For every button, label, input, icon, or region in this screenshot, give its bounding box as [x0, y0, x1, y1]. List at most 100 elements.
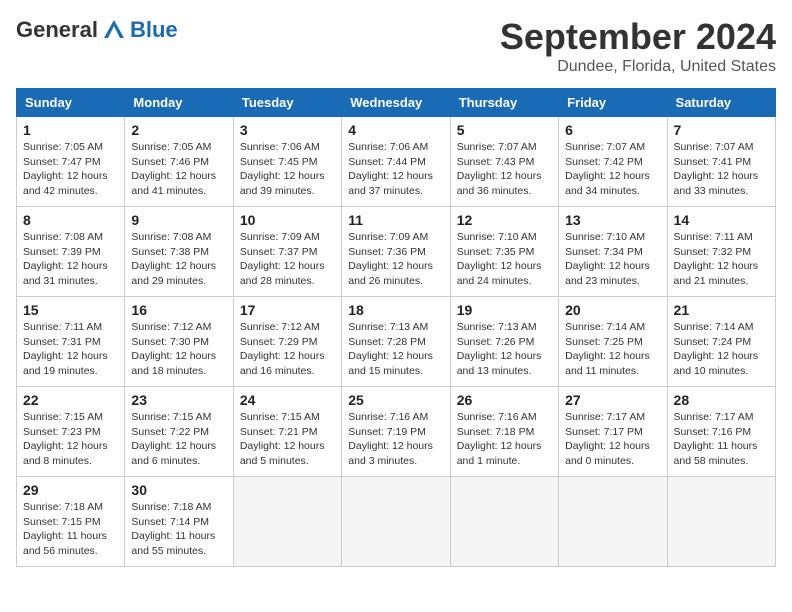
week-row-4: 22 Sunrise: 7:15 AM Sunset: 7:23 PM Dayli…: [17, 387, 776, 477]
day-number: 5: [457, 122, 552, 138]
col-saturday: Saturday: [667, 89, 775, 117]
day-number: 12: [457, 212, 552, 228]
table-row: [559, 477, 667, 567]
day-number: 17: [240, 302, 335, 318]
day-number: 8: [23, 212, 118, 228]
location: Dundee, Florida, United States: [500, 58, 776, 76]
day-info: Sunrise: 7:07 AM Sunset: 7:42 PM Dayligh…: [565, 140, 660, 199]
day-number: 10: [240, 212, 335, 228]
table-row: 18Sunrise: 7:13 AM Sunset: 7:28 PM Dayli…: [342, 297, 450, 387]
day-number: 2: [131, 122, 226, 138]
table-row: 29Sunrise: 7:18 AM Sunset: 7:15 PM Dayli…: [17, 477, 125, 567]
table-row: 20Sunrise: 7:14 AM Sunset: 7:25 PM Dayli…: [559, 297, 667, 387]
table-row: 1 Sunrise: 7:05 AM Sunset: 7:47 PM Daylig…: [17, 117, 125, 207]
table-row: [342, 477, 450, 567]
month-title: September 2024: [500, 16, 776, 58]
day-info: Sunrise: 7:14 AM Sunset: 7:25 PM Dayligh…: [565, 320, 660, 379]
col-thursday: Thursday: [450, 89, 558, 117]
day-info: Sunrise: 7:15 AM Sunset: 7:22 PM Dayligh…: [131, 410, 226, 469]
day-number: 14: [674, 212, 769, 228]
day-number: 18: [348, 302, 443, 318]
table-row: 19 Sunrise: 7:13 AM Sunset: 7:26 PM Dayli…: [450, 297, 558, 387]
logo-blue-text: Blue: [130, 17, 178, 43]
day-info: Sunrise: 7:16 AM Sunset: 7:19 PM Dayligh…: [348, 410, 443, 469]
day-info: Sunrise: 7:15 AM Sunset: 7:23 PM Dayligh…: [23, 410, 118, 469]
week-row-5: 29Sunrise: 7:18 AM Sunset: 7:15 PM Dayli…: [17, 477, 776, 567]
day-number: 1: [23, 122, 118, 138]
table-row: 16Sunrise: 7:12 AM Sunset: 7:30 PM Dayli…: [125, 297, 233, 387]
day-info: Sunrise: 7:12 AM Sunset: 7:29 PM Dayligh…: [240, 320, 335, 379]
table-row: 25 Sunrise: 7:16 AM Sunset: 7:19 PM Dayli…: [342, 387, 450, 477]
table-row: 28 Sunrise: 7:17 AM Sunset: 7:16 PM Dayli…: [667, 387, 775, 477]
table-row: 23Sunrise: 7:15 AM Sunset: 7:22 PM Dayli…: [125, 387, 233, 477]
col-tuesday: Tuesday: [233, 89, 341, 117]
day-info: Sunrise: 7:18 AM Sunset: 7:14 PM Dayligh…: [131, 500, 226, 559]
table-row: 13Sunrise: 7:10 AM Sunset: 7:34 PM Dayli…: [559, 207, 667, 297]
week-row-1: 1 Sunrise: 7:05 AM Sunset: 7:47 PM Daylig…: [17, 117, 776, 207]
day-info: Sunrise: 7:13 AM Sunset: 7:26 PM Dayligh…: [457, 320, 552, 379]
day-info: Sunrise: 7:11 AM Sunset: 7:32 PM Dayligh…: [674, 230, 769, 289]
day-number: 7: [674, 122, 769, 138]
logo: General Blue: [16, 16, 178, 44]
week-row-2: 8 Sunrise: 7:08 AM Sunset: 7:39 PM Daylig…: [17, 207, 776, 297]
logo-icon: [100, 16, 128, 44]
day-number: 26: [457, 392, 552, 408]
table-row: 3 Sunrise: 7:06 AM Sunset: 7:45 PM Daylig…: [233, 117, 341, 207]
day-number: 19: [457, 302, 552, 318]
day-info: Sunrise: 7:05 AM Sunset: 7:47 PM Dayligh…: [23, 140, 118, 199]
title-area: September 2024 Dundee, Florida, United S…: [500, 16, 776, 76]
table-row: 2 Sunrise: 7:05 AM Sunset: 7:46 PM Daylig…: [125, 117, 233, 207]
day-number: 3: [240, 122, 335, 138]
calendar-header-row: Sunday Monday Tuesday Wednesday Thursday…: [17, 89, 776, 117]
logo-general-text: General: [16, 17, 98, 43]
day-info: Sunrise: 7:07 AM Sunset: 7:41 PM Dayligh…: [674, 140, 769, 199]
table-row: 12Sunrise: 7:10 AM Sunset: 7:35 PM Dayli…: [450, 207, 558, 297]
table-row: 26 Sunrise: 7:16 AM Sunset: 7:18 PM Dayli…: [450, 387, 558, 477]
table-row: 6 Sunrise: 7:07 AM Sunset: 7:42 PM Daylig…: [559, 117, 667, 207]
table-row: 22 Sunrise: 7:15 AM Sunset: 7:23 PM Dayli…: [17, 387, 125, 477]
table-row: [450, 477, 558, 567]
day-info: Sunrise: 7:09 AM Sunset: 7:37 PM Dayligh…: [240, 230, 335, 289]
day-number: 4: [348, 122, 443, 138]
day-info: Sunrise: 7:12 AM Sunset: 7:30 PM Dayligh…: [131, 320, 226, 379]
col-sunday: Sunday: [17, 89, 125, 117]
table-row: 21 Sunrise: 7:14 AM Sunset: 7:24 PM Dayli…: [667, 297, 775, 387]
table-row: 27 Sunrise: 7:17 AM Sunset: 7:17 PM Dayli…: [559, 387, 667, 477]
day-number: 25: [348, 392, 443, 408]
day-info: Sunrise: 7:05 AM Sunset: 7:46 PM Dayligh…: [131, 140, 226, 199]
table-row: 5 Sunrise: 7:07 AM Sunset: 7:43 PM Daylig…: [450, 117, 558, 207]
day-number: 24: [240, 392, 335, 408]
table-row: 14 Sunrise: 7:11 AM Sunset: 7:32 PM Dayli…: [667, 207, 775, 297]
day-info: Sunrise: 7:14 AM Sunset: 7:24 PM Dayligh…: [674, 320, 769, 379]
table-row: 17 Sunrise: 7:12 AM Sunset: 7:29 PM Dayli…: [233, 297, 341, 387]
day-info: Sunrise: 7:06 AM Sunset: 7:44 PM Dayligh…: [348, 140, 443, 199]
calendar: Sunday Monday Tuesday Wednesday Thursday…: [16, 88, 776, 567]
day-number: 13: [565, 212, 660, 228]
day-number: 30: [131, 482, 226, 498]
table-row: 15Sunrise: 7:11 AM Sunset: 7:31 PM Dayli…: [17, 297, 125, 387]
day-number: 28: [674, 392, 769, 408]
day-number: 27: [565, 392, 660, 408]
day-number: 22: [23, 392, 118, 408]
table-row: 24 Sunrise: 7:15 AM Sunset: 7:21 PM Dayli…: [233, 387, 341, 477]
day-info: Sunrise: 7:08 AM Sunset: 7:39 PM Dayligh…: [23, 230, 118, 289]
day-info: Sunrise: 7:15 AM Sunset: 7:21 PM Dayligh…: [240, 410, 335, 469]
day-info: Sunrise: 7:09 AM Sunset: 7:36 PM Dayligh…: [348, 230, 443, 289]
day-info: Sunrise: 7:16 AM Sunset: 7:18 PM Dayligh…: [457, 410, 552, 469]
table-row: [233, 477, 341, 567]
day-number: 6: [565, 122, 660, 138]
day-info: Sunrise: 7:07 AM Sunset: 7:43 PM Dayligh…: [457, 140, 552, 199]
day-info: Sunrise: 7:17 AM Sunset: 7:17 PM Dayligh…: [565, 410, 660, 469]
table-row: 8 Sunrise: 7:08 AM Sunset: 7:39 PM Daylig…: [17, 207, 125, 297]
day-number: 11: [348, 212, 443, 228]
table-row: 10 Sunrise: 7:09 AM Sunset: 7:37 PM Dayli…: [233, 207, 341, 297]
day-info: Sunrise: 7:06 AM Sunset: 7:45 PM Dayligh…: [240, 140, 335, 199]
header: General Blue September 2024 Dundee, Flor…: [16, 16, 776, 76]
day-info: Sunrise: 7:17 AM Sunset: 7:16 PM Dayligh…: [674, 410, 769, 469]
table-row: 30 Sunrise: 7:18 AM Sunset: 7:14 PM Dayli…: [125, 477, 233, 567]
col-friday: Friday: [559, 89, 667, 117]
day-info: Sunrise: 7:11 AM Sunset: 7:31 PM Dayligh…: [23, 320, 118, 379]
table-row: 9Sunrise: 7:08 AM Sunset: 7:38 PM Daylig…: [125, 207, 233, 297]
table-row: [667, 477, 775, 567]
day-number: 21: [674, 302, 769, 318]
